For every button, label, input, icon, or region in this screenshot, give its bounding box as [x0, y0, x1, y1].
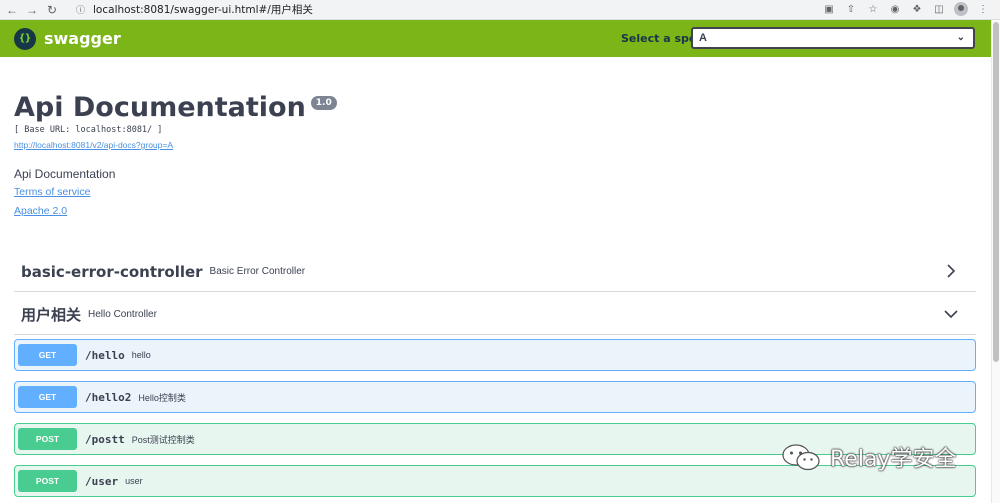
- translate-icon[interactable]: ▣: [822, 2, 836, 16]
- watermark-text: Relay学安全: [830, 447, 957, 472]
- operation-summary: user: [125, 476, 143, 486]
- method-badge: GET: [18, 386, 77, 408]
- page-title: Api Documentation 1.0: [14, 92, 337, 123]
- tag-description: Basic Error Controller: [209, 266, 306, 277]
- operation-path: /user: [85, 474, 119, 488]
- method-badge: GET: [18, 344, 77, 366]
- operation-summary: Post测试控制类: [131, 434, 195, 445]
- api-description: Api Documentation: [14, 167, 116, 181]
- swagger-logo[interactable]: {} swagger: [14, 27, 121, 50]
- swagger-logo-icon: {}: [14, 27, 36, 50]
- operation-get-hello2[interactable]: GET /hello2 Hello控制类: [14, 381, 976, 413]
- chevron-down-icon[interactable]: [944, 307, 958, 321]
- api-docs-link[interactable]: http://localhost:8081/v2/api-docs?group=…: [14, 140, 173, 150]
- swagger-topbar: {} swagger Select a spec A ⌄: [0, 20, 991, 57]
- api-title: Api Documentation: [14, 92, 306, 123]
- reload-icon[interactable]: ↻: [44, 2, 60, 18]
- browser-actions: ▣ ⇧ ☆ ◉ ❖ ◫ ⋮: [822, 2, 990, 16]
- method-badge: POST: [18, 428, 77, 450]
- api-info: Api Documentation 1.0 [ Base URL: localh…: [14, 92, 337, 153]
- watermark: Relay学安全: [780, 441, 956, 473]
- license-link[interactable]: Apache 2.0: [14, 205, 67, 217]
- spec-select-value: A: [699, 32, 707, 44]
- back-icon[interactable]: ←: [4, 2, 20, 18]
- version-badge: 1.0: [310, 96, 337, 110]
- side-panel-icon[interactable]: ◫: [932, 2, 946, 16]
- info-icon[interactable]: ⓘ: [76, 3, 85, 16]
- extensions-puzzle-icon[interactable]: ❖: [910, 2, 924, 16]
- operation-summary: Hello控制类: [138, 392, 186, 403]
- spec-select[interactable]: A ⌄: [691, 27, 975, 49]
- address-url: localhost:8081/swagger-ui.html#/用户相关: [93, 4, 313, 16]
- bookmark-star-icon[interactable]: ☆: [866, 2, 880, 16]
- method-badge: POST: [18, 470, 77, 492]
- terms-of-service-link[interactable]: Terms of service: [14, 186, 90, 198]
- extension-badge-icon[interactable]: ◉: [888, 2, 902, 16]
- tag-user-related[interactable]: 用户相关 Hello Controller: [14, 295, 976, 335]
- browser-toolbar: ← → ↻ ⓘ localhost:8081/swagger-ui.html#/…: [0, 0, 1000, 20]
- operation-summary: hello: [131, 350, 151, 360]
- forward-icon[interactable]: →: [24, 2, 40, 18]
- tag-description: Hello Controller: [88, 309, 157, 320]
- swagger-brand: swagger: [44, 29, 121, 48]
- profile-avatar[interactable]: [954, 2, 968, 16]
- operation-path: /hello: [85, 348, 125, 362]
- page-scrollbar[interactable]: [991, 20, 1000, 503]
- wechat-logo-icon: [782, 444, 820, 471]
- share-icon[interactable]: ⇧: [844, 2, 858, 16]
- operation-path: /postt: [85, 432, 125, 446]
- tag-name: 用户相关: [21, 306, 82, 324]
- tag-basic-error-controller[interactable]: basic-error-controller Basic Error Contr…: [14, 252, 976, 292]
- base-url: [ Base URL: localhost:8081/ ]: [14, 125, 163, 135]
- chevron-down-icon: ⌄: [956, 32, 965, 43]
- tag-name: basic-error-controller: [21, 262, 203, 281]
- operation-get-hello[interactable]: GET /hello hello: [14, 339, 976, 371]
- scrollbar-thumb[interactable]: [993, 22, 999, 362]
- address-bar[interactable]: ⓘ localhost:8081/swagger-ui.html#/用户相关: [76, 1, 806, 18]
- operation-path: /hello2: [85, 390, 132, 404]
- chevron-right-icon[interactable]: [944, 264, 958, 278]
- browser-menu-icon[interactable]: ⋮: [976, 2, 990, 16]
